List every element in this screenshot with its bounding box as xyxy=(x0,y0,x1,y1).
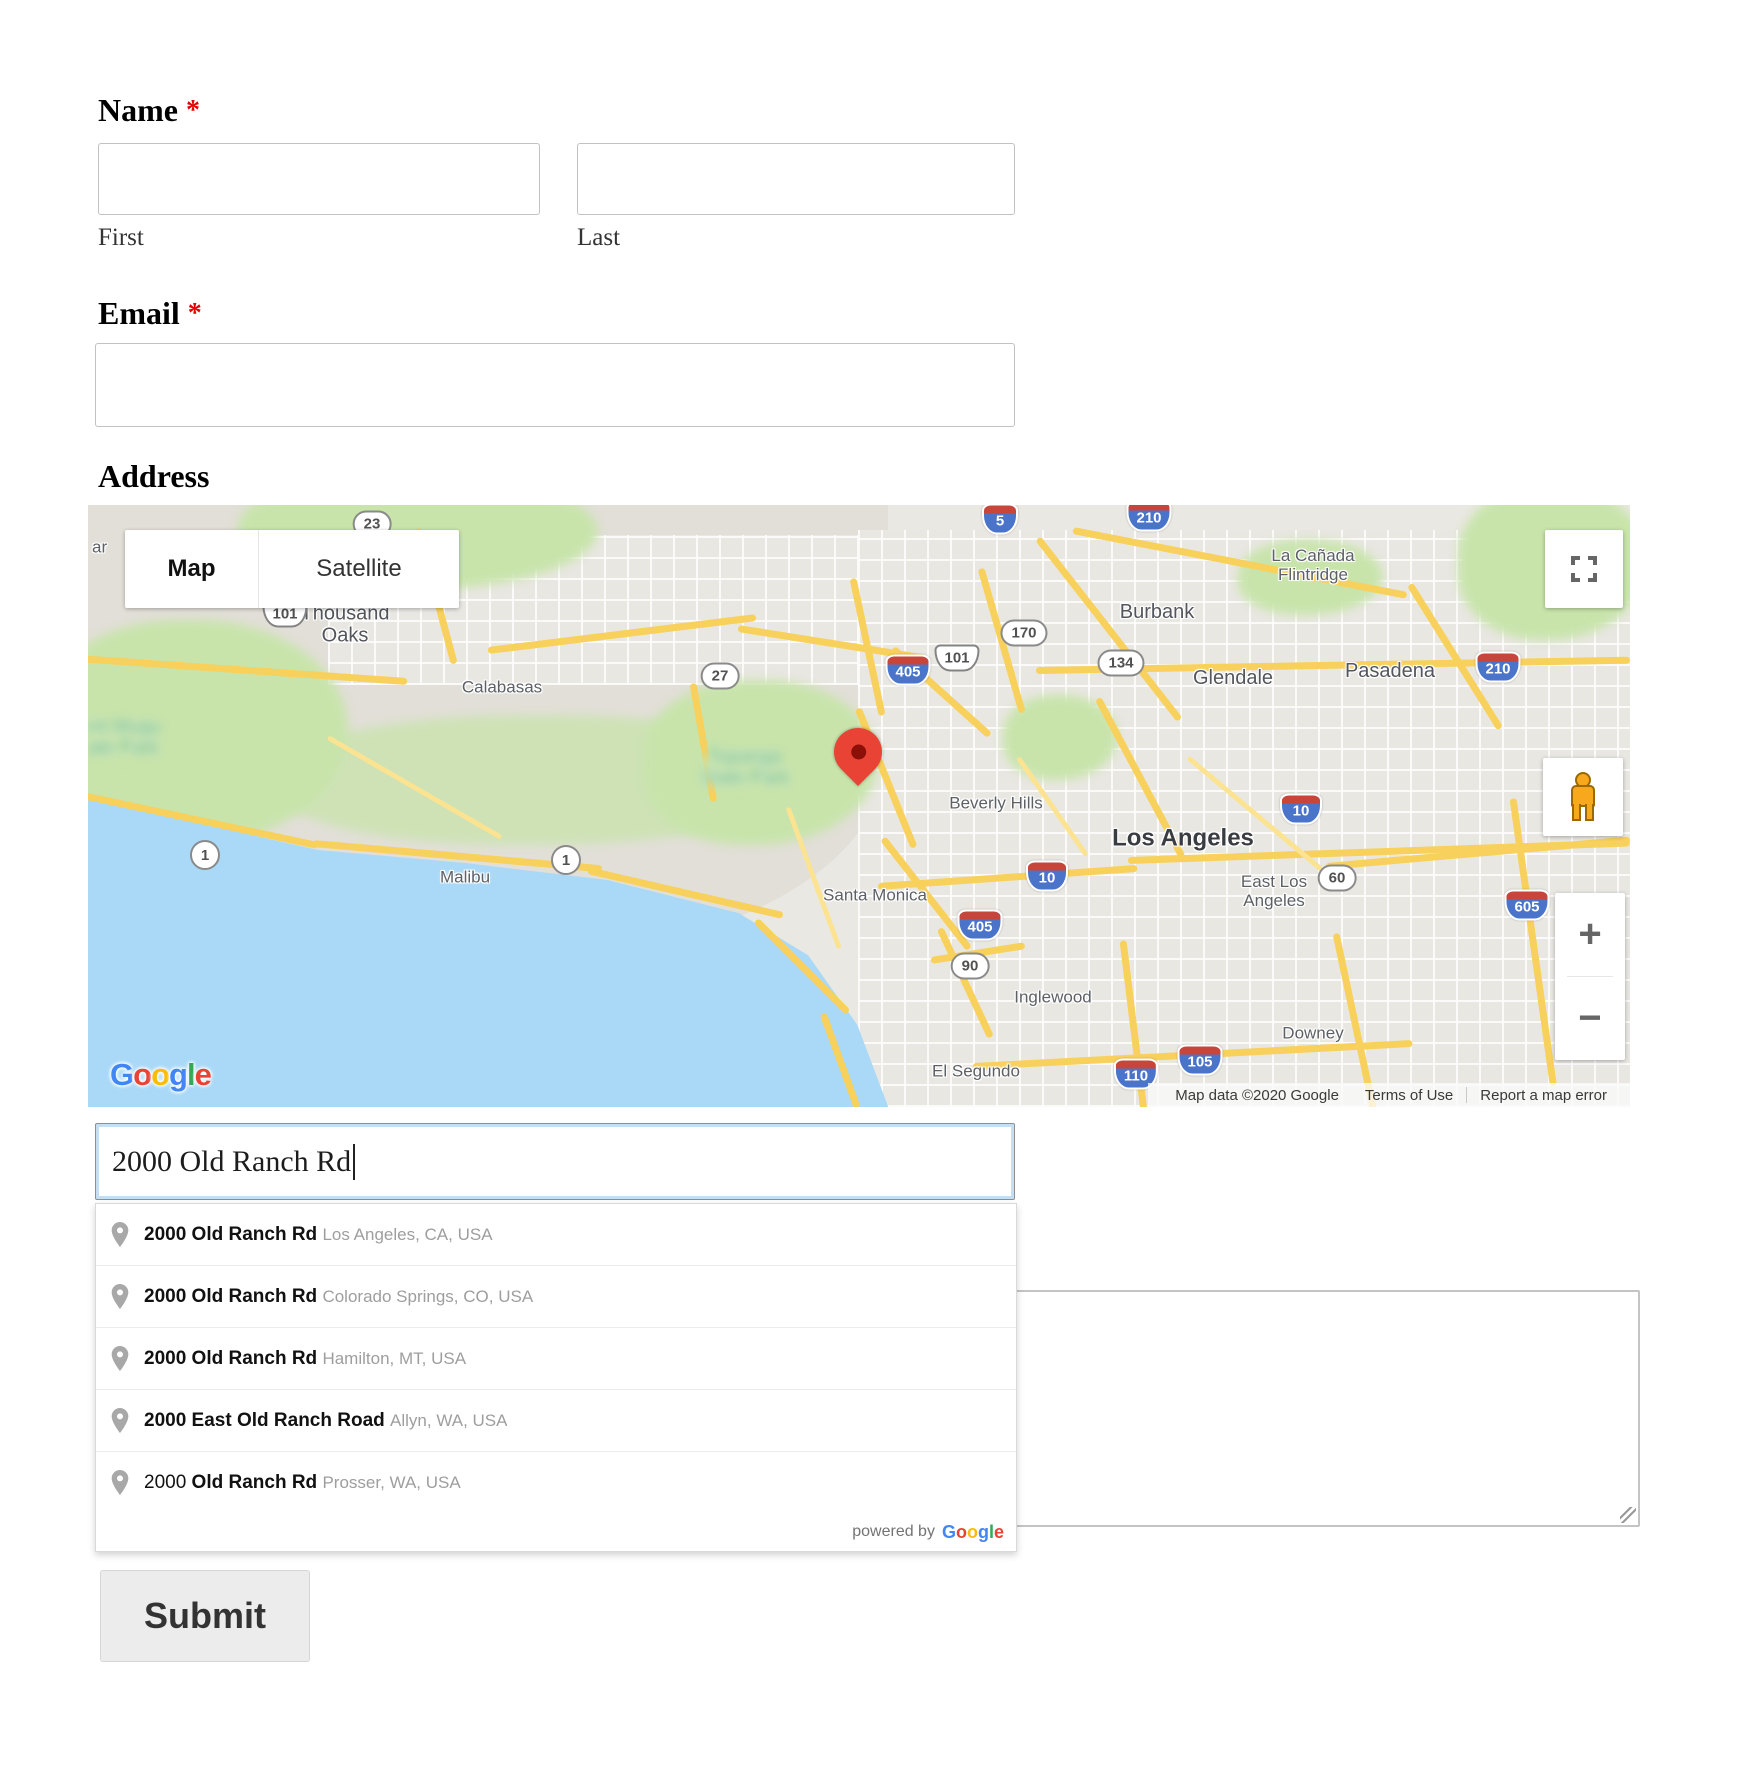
address-input-value: 2000 Old Ranch Rd xyxy=(112,1145,351,1179)
map-label: La Cañada Flintridge xyxy=(1271,546,1354,584)
required-asterisk: * xyxy=(188,298,202,329)
autocomplete-suggestion[interactable]: 2000 Old Ranch Rd Prosser, WA, USA xyxy=(96,1451,1016,1513)
route-shield-10: 10 xyxy=(1280,794,1322,825)
route-shield-134: 134 xyxy=(1097,650,1144,677)
map-label: Inglewood xyxy=(1014,987,1092,1006)
map-label: Malibu xyxy=(440,867,490,886)
resize-handle-icon[interactable] xyxy=(1620,1507,1636,1523)
autocomplete-suggestion[interactable]: 2000 Old Ranch Rd Colorado Springs, CO, … xyxy=(96,1265,1016,1327)
pegman-button[interactable] xyxy=(1543,758,1623,836)
route-shield-210: 210 xyxy=(1126,505,1171,532)
powered-by-text: powered by xyxy=(852,1523,935,1541)
map-label: El Segundo xyxy=(932,1061,1020,1080)
google-map[interactable]: ar Thousand Oaks Calabasas int Mugu ate Par… xyxy=(88,505,1630,1107)
form-page: Name* First Last Email* Address xyxy=(0,0,1744,1767)
route-shield-27: 27 xyxy=(701,663,740,690)
email-input[interactable] xyxy=(95,343,1015,427)
route-shield-10: 10 xyxy=(1026,861,1068,892)
route-shield-170: 170 xyxy=(1000,620,1047,647)
last-sublabel: Last xyxy=(577,224,620,252)
first-name-input[interactable] xyxy=(98,143,540,215)
route-shield-105: 105 xyxy=(1177,1045,1222,1076)
zoom-in-button[interactable]: + xyxy=(1555,893,1625,976)
fullscreen-icon xyxy=(1569,554,1599,584)
last-name-input[interactable] xyxy=(577,143,1015,215)
location-pin-icon xyxy=(110,1283,132,1311)
route-shield-405: 405 xyxy=(885,655,930,686)
required-asterisk: * xyxy=(186,95,200,126)
location-pin-icon xyxy=(110,1407,132,1435)
map-label: Pasadena xyxy=(1345,660,1435,682)
report-map-error-link[interactable]: Report a map error xyxy=(1467,1087,1620,1104)
route-shield-5: 5 xyxy=(982,505,1018,535)
route-shield-60: 60 xyxy=(1318,865,1357,892)
location-pin-icon xyxy=(110,1221,132,1249)
map-data-credit: Map data ©2020 Google xyxy=(1162,1087,1352,1104)
map-label: ar xyxy=(92,537,107,556)
map-view-button[interactable]: Map xyxy=(125,530,258,608)
text-caret xyxy=(353,1144,355,1180)
address-label: Address xyxy=(98,458,209,495)
route-shield-210: 210 xyxy=(1475,652,1520,683)
location-pin-icon xyxy=(110,1469,132,1497)
fullscreen-button[interactable] xyxy=(1545,530,1623,608)
route-shield-1: 1 xyxy=(190,840,220,870)
route-shield-90: 90 xyxy=(951,953,990,980)
route-shield-405: 405 xyxy=(957,910,1002,941)
map-attribution: Map data ©2020 Google Terms of Use Repor… xyxy=(1148,1083,1630,1107)
map-label: Los Angeles xyxy=(1112,826,1254,853)
zoom-out-button[interactable]: − xyxy=(1555,977,1625,1060)
route-shield-605: 605 xyxy=(1504,890,1549,921)
first-sublabel: First xyxy=(98,224,144,252)
terms-of-use-link[interactable]: Terms of Use xyxy=(1352,1087,1466,1104)
map-label: int Mugu ate Park xyxy=(88,717,161,760)
map-label: Beverly Hills xyxy=(949,793,1043,812)
map-label: Topanga State Park xyxy=(701,747,790,790)
autocomplete-suggestion[interactable]: 2000 Old Ranch Rd Los Angeles, CA, USA xyxy=(96,1204,1016,1265)
route-shield-1: 1 xyxy=(551,845,581,875)
map-label: East Los Angeles xyxy=(1241,872,1307,910)
map-label: Calabasas xyxy=(462,677,542,696)
satellite-view-button[interactable]: Satellite xyxy=(258,530,459,608)
map-label: Glendale xyxy=(1193,667,1273,689)
map-label: Downey xyxy=(1282,1023,1343,1042)
address-autocomplete-dropdown: 2000 Old Ranch Rd Los Angeles, CA, USA 2… xyxy=(95,1203,1017,1552)
map-label: Santa Monica xyxy=(823,885,927,904)
google-wordmark: Google xyxy=(942,1522,1004,1543)
name-label: Name* xyxy=(98,92,200,129)
email-label: Email* xyxy=(98,295,202,332)
map-label: Burbank xyxy=(1120,601,1195,623)
submit-button[interactable]: Submit xyxy=(100,1570,310,1662)
address-input[interactable]: 2000 Old Ranch Rd xyxy=(95,1123,1015,1200)
map-label: Thousand Oaks xyxy=(301,603,390,648)
route-shield-101: 101 xyxy=(934,645,979,672)
location-pin-icon xyxy=(110,1345,132,1373)
autocomplete-suggestion[interactable]: 2000 Old Ranch Rd Hamilton, MT, USA xyxy=(96,1327,1016,1389)
zoom-control: + − xyxy=(1555,893,1625,1060)
pegman-icon xyxy=(1568,772,1598,822)
google-wordmark[interactable]: Google xyxy=(110,1057,211,1093)
map-type-control: Map Satellite xyxy=(125,530,459,608)
autocomplete-suggestion[interactable]: 2000 East Old Ranch Road Allyn, WA, USA xyxy=(96,1389,1016,1451)
autocomplete-footer: powered by Google xyxy=(96,1513,1016,1551)
autocomplete-list: 2000 Old Ranch Rd Los Angeles, CA, USA 2… xyxy=(96,1204,1016,1513)
